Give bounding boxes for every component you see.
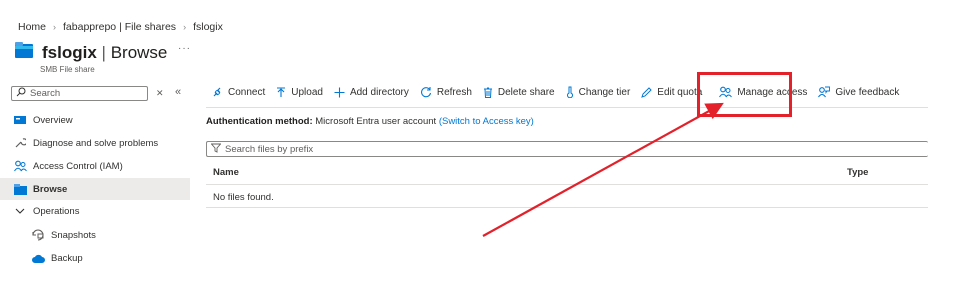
annotation-arrow xyxy=(482,102,724,237)
